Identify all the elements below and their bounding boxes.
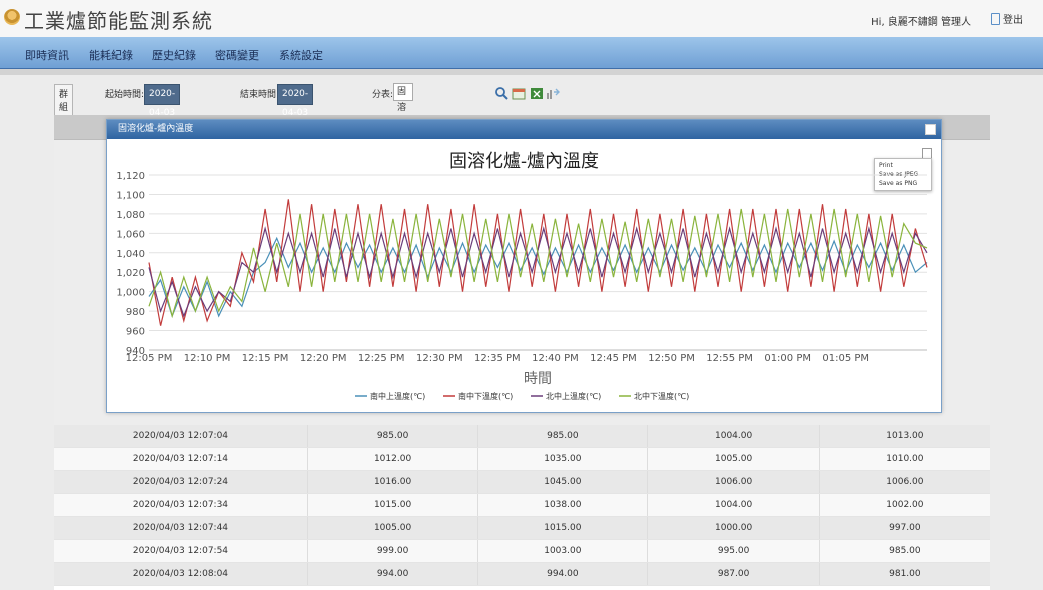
nav-item-settings[interactable]: 系統設定 [279,47,323,63]
cell-timestamp: 2020/04/03 12:07:54 [54,540,308,562]
cell-value: 985.00 [308,425,479,447]
cell-value: 1003.00 [478,540,649,562]
app-logo [4,9,20,25]
cell-value: 994.00 [308,563,479,585]
y-tick-label: 1,100 [116,190,145,201]
legend-label: 北中上溫度(℃) [546,391,601,401]
x-tick-label: 12:30 PM [416,353,463,364]
legend-label: 南中下溫度(℃) [458,391,513,401]
cell-value: 1002.00 [886,500,924,510]
cell-value: 1035.00 [478,448,649,470]
cell-value: 1000.00 [648,517,820,539]
nav-item-history[interactable]: 歷史紀錄 [152,47,196,63]
nav-item-realtime[interactable]: 即時資訊 [25,47,69,63]
y-tick-label: 980 [126,307,145,318]
cell-timestamp: 2020/04/03 12:07:34 [54,494,308,516]
cell-value: 1015.00 [478,517,649,539]
table-row: 2020/04/03 12:07:54 999.00 1003.00 995.00 98… [54,540,990,563]
cell-value: 1006.00 [886,477,924,487]
cell-value: 1038.00 [478,494,649,516]
cell-value: 1006.00 [648,471,820,493]
table-row: 2020/04/03 12:07:24 1016.00 1045.00 1006.00… [54,471,990,494]
y-tick-label: 1,000 [116,288,145,299]
main-nav: 即時資訊 能耗紀錄 歷史紀錄 密碼變更 系統設定 [0,37,1043,69]
x-tick-label: 12:05 PM [126,353,173,364]
logout-label: 登出 [1003,15,1023,26]
cell-timestamp: 2020/04/03 12:07:14 [54,448,308,470]
cell-value: 985.00 [478,425,649,447]
cell-value: 985.00 [889,546,921,556]
x-tick-label: 12:50 PM [648,353,695,364]
start-time-label: 起始時間: [105,90,145,100]
search-icon[interactable] [494,86,508,100]
cell-timestamp: 2020/04/03 12:07:24 [54,471,308,493]
legend-label: 北中下溫度(℃) [634,391,689,401]
x-tick-label: 12:20 PM [300,353,347,364]
cell-value: 999.00 [308,540,479,562]
x-tick-label: 12:45 PM [590,353,637,364]
x-tick-label: 01:00 PM [764,353,811,364]
nav-item-password[interactable]: 密碼變更 [215,47,259,63]
temperature-line-chart: 9409609801,0001,0201,0401,0601,0801,1001… [116,171,928,401]
cell-value: 997.00 [889,523,921,533]
modal-header: 固溶化爐-爐內溫度 [107,120,941,139]
cell-value: 1045.00 [478,471,649,493]
cell-value: 987.00 [648,563,820,585]
x-tick-label: 12:25 PM [358,353,405,364]
x-tick-label: 12:35 PM [474,353,521,364]
table-body: 2020/04/03 12:07:04 985.00 985.00 1004.00 10… [54,425,990,586]
cell-value: 1015.00 [308,494,479,516]
top-bar: 工業爐節能監測系統 Hi, 良麗不鏽鋼 管理人 登出 [0,0,1043,37]
modal-title: 固溶化爐-爐內溫度 [118,124,194,134]
table-row: 2020/04/03 12:08:04 994.00 994.00 987.00 981… [54,563,990,586]
x-axis-title: 時間 [524,371,552,387]
cell-value: 1010.00 [886,454,924,464]
end-time-input[interactable]: 2020-04-03 13:10 [277,84,314,137]
nav-item-energy-records[interactable]: 能耗紀錄 [89,47,133,63]
category-select[interactable]: 固溶化爐-爐內溫/ ▾ [393,83,414,209]
x-tick-label: 12:15 PM [242,353,289,364]
export-excel-icon[interactable] [530,86,544,100]
y-tick-label: 1,120 [116,171,145,182]
x-tick-label: 12:10 PM [184,353,231,364]
start-time-input[interactable]: 2020-04-03 12:05 [144,84,181,137]
cell-value: 1005.00 [648,448,820,470]
cell-value: 994.00 [478,563,649,585]
nav-divider [0,69,1043,75]
y-tick-label: 1,020 [116,268,145,279]
cell-value: 1013.00 [886,431,924,441]
cell-timestamp: 2020/04/03 12:07:04 [54,425,308,447]
modal-close-button[interactable] [925,124,936,135]
cell-value: 1012.00 [308,448,479,470]
table-row: 2020/04/03 12:07:34 1015.00 1038.00 1004.00… [54,494,990,517]
table-row: 2020/04/03 12:07:44 1005.00 1015.00 1000.00… [54,517,990,540]
x-tick-label: 12:40 PM [532,353,579,364]
table-row: 2020/04/03 12:07:14 1012.00 1035.00 1005.00… [54,448,990,471]
x-tick-label: 01:05 PM [822,353,869,364]
table-row: 2020/04/03 12:07:04 985.00 985.00 1004.00 10… [54,425,990,448]
cell-value: 1004.00 [648,494,820,516]
cell-value: 1005.00 [308,517,479,539]
cell-value: 1016.00 [308,471,479,493]
logout-icon [991,12,1000,25]
user-greeting: Hi, 良麗不鏽鋼 管理人 [871,17,971,28]
cell-timestamp: 2020/04/03 12:07:44 [54,517,308,539]
y-tick-label: 1,080 [116,210,145,221]
chart-modal: 固溶化爐-爐內溫度 固溶化爐-爐內溫度 Print Save as JPEG S… [106,119,942,413]
category-label: 分表: [372,90,394,100]
x-tick-label: 12:55 PM [706,353,753,364]
y-tick-label: 1,040 [116,249,145,260]
y-tick-label: 1,060 [116,229,145,240]
cell-timestamp: 2020/04/03 12:08:04 [54,563,308,585]
legend-label: 南中上溫度(℃) [370,391,425,401]
chart-icon[interactable] [546,86,560,100]
calendar-icon[interactable] [512,86,526,100]
y-tick-label: 960 [126,327,145,338]
cell-value: 995.00 [648,540,820,562]
end-time-label: 結束時間: [240,90,280,100]
app-title: 工業爐節能監測系統 [24,9,213,33]
logout-button[interactable]: 登出 [991,11,1023,26]
cell-value: 1004.00 [648,425,820,447]
cell-value: 981.00 [889,569,921,579]
